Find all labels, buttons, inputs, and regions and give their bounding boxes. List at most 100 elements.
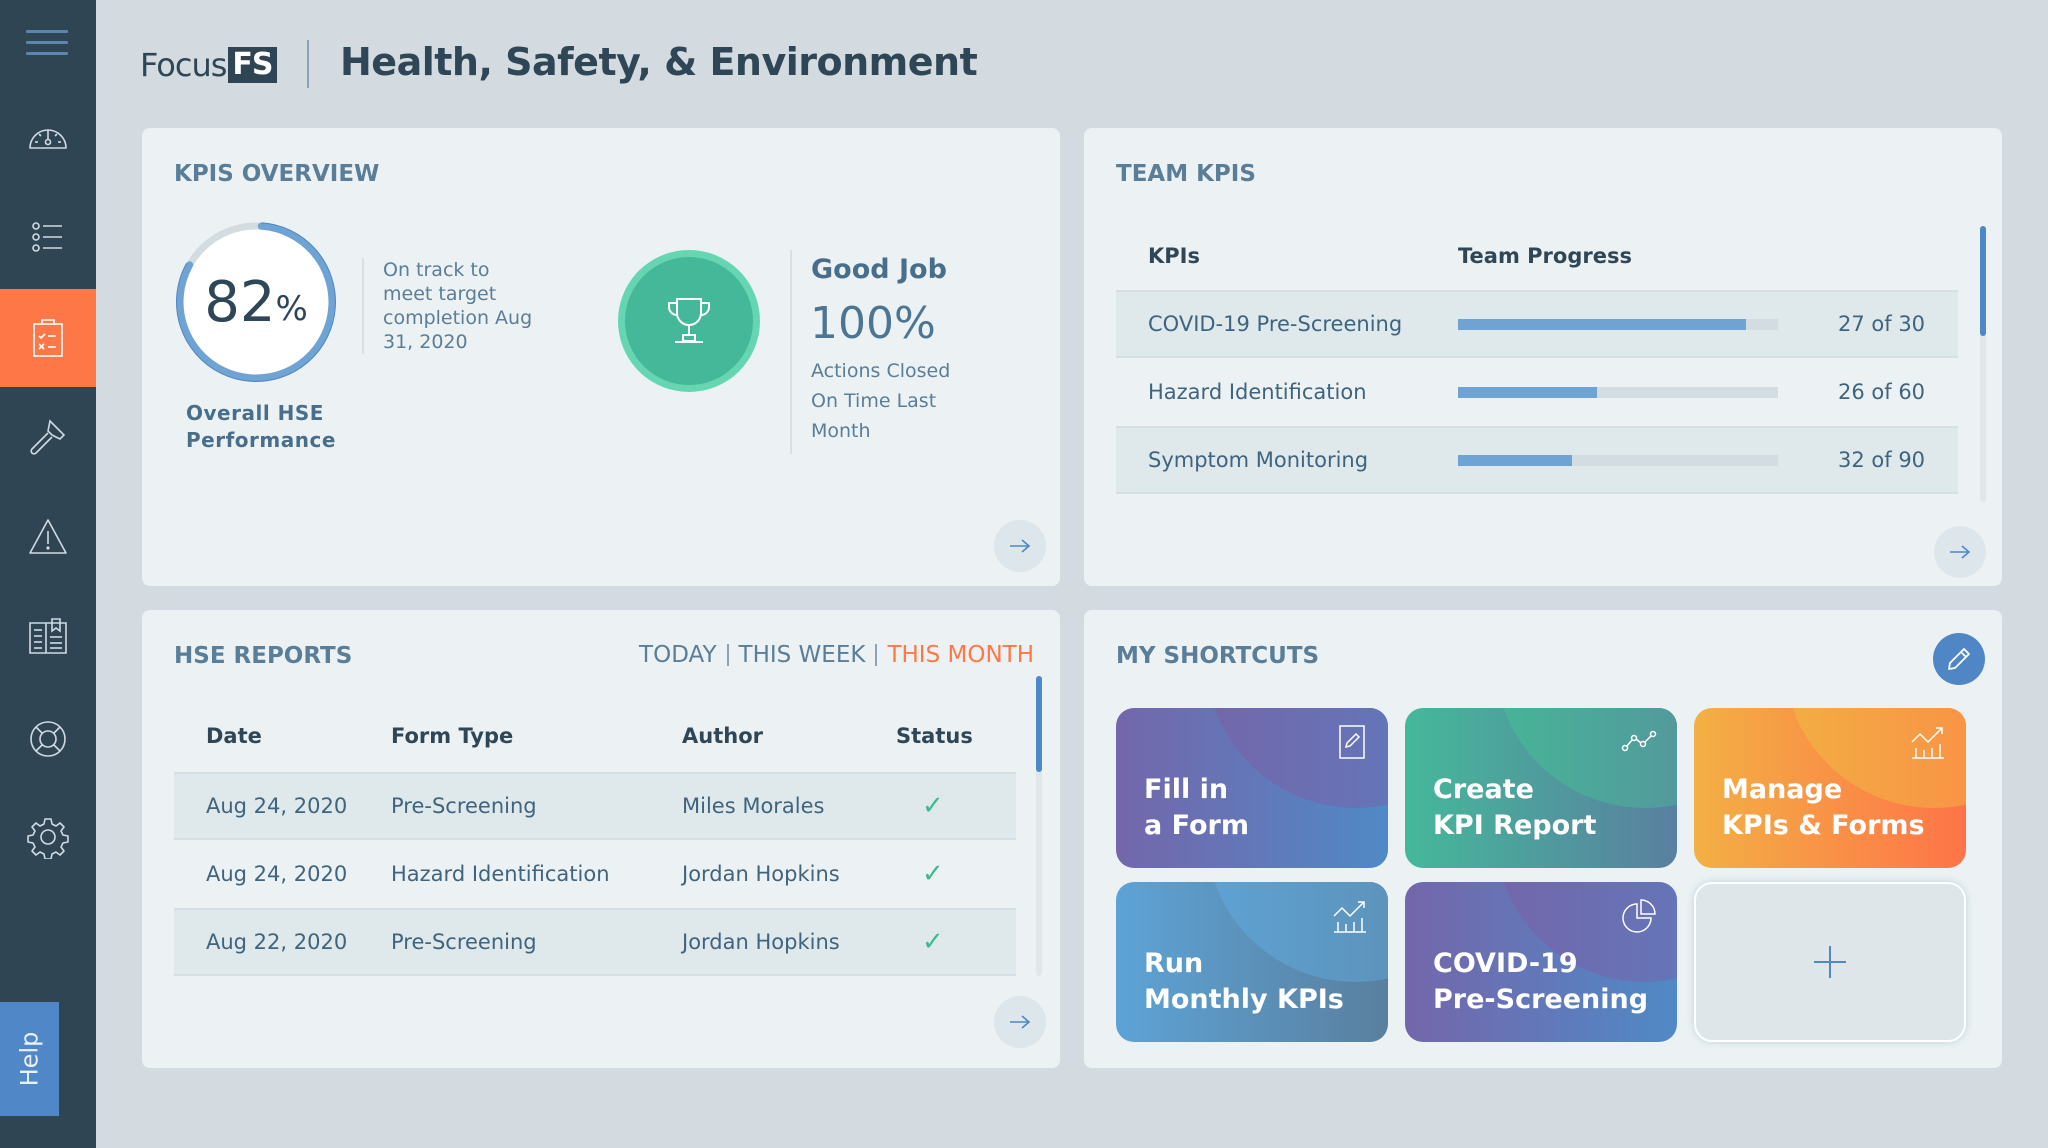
- report-form-type: Pre-Screening: [391, 930, 537, 954]
- report-row[interactable]: Aug 22, 2020 Pre-Screening Jordan Hopkins ✓: [174, 908, 1016, 976]
- add-shortcut-button[interactable]: [1694, 882, 1966, 1042]
- kpi-row[interactable]: Symptom Monitoring 32 of 90: [1116, 426, 1958, 494]
- kpis-overview-card: KPIS OVERVIEW 82% Overall HSE Performanc…: [142, 128, 1060, 586]
- scrollbar-thumb[interactable]: [1036, 676, 1042, 772]
- arrow-right-icon: [1010, 1015, 1031, 1029]
- kpi-name: Hazard Identification: [1148, 380, 1367, 404]
- menu-toggle-button[interactable]: [26, 30, 68, 62]
- kpi-count: 27 of 30: [1838, 312, 1926, 336]
- report-form-type: Pre-Screening: [391, 794, 537, 818]
- divider: [790, 250, 792, 454]
- card-title: MY SHORTCUTS: [1116, 643, 1320, 669]
- filter-today[interactable]: TODAY: [629, 642, 726, 668]
- card-title: TEAM KPIS: [1116, 161, 1256, 187]
- edit-shortcuts-button[interactable]: [1933, 633, 1985, 685]
- kpi-row[interactable]: COVID-19 Pre-Screening 27 of 30: [1116, 290, 1958, 358]
- app-logo[interactable]: Focus FS: [140, 46, 277, 84]
- plus-icon: [1814, 946, 1846, 978]
- column-header-status: Status: [896, 724, 973, 748]
- status-check-icon: ✓: [922, 927, 944, 957]
- report-row[interactable]: Aug 24, 2020 Hazard Identification Jordan …: [174, 840, 1016, 908]
- kpi-count: 32 of 90: [1838, 448, 1926, 472]
- sidebar-item-dashboard[interactable]: [0, 89, 96, 187]
- trending-chart-icon: [1911, 727, 1944, 759]
- hamburger-line: [26, 52, 68, 55]
- lifebuoy-icon: [30, 721, 66, 757]
- line-chart-icon: [1621, 730, 1657, 752]
- team-kpis-card: TEAM KPIS KPIs Team Progress COVID-19 Pr…: [1084, 128, 2002, 586]
- kpi-progress-bar: [1458, 454, 1778, 466]
- team-kpis-more-button[interactable]: [1934, 526, 1986, 578]
- shortcut-fill-in-form[interactable]: Fill in a Form: [1116, 708, 1388, 868]
- sidebar-item-alerts[interactable]: [0, 488, 96, 586]
- logo-text: Focus: [140, 46, 227, 84]
- shortcut-manage-kpis-forms[interactable]: Manage KPIs & Forms: [1694, 708, 1966, 868]
- shortcut-run-monthly-kpis[interactable]: Run Monthly KPIs: [1116, 882, 1388, 1042]
- warning-icon: [29, 519, 67, 554]
- report-row[interactable]: Aug 24, 2020 Pre-Screening Miles Morales ✓: [174, 772, 1016, 840]
- sidebar-item-support[interactable]: [0, 688, 96, 786]
- shortcut-covid-pre-screening[interactable]: COVID-19 Pre-Screening: [1405, 882, 1677, 1042]
- hse-reports-scrollbar[interactable]: [1036, 676, 1042, 976]
- filter-this-month[interactable]: THIS MONTH: [877, 642, 1034, 668]
- sidebar-item-settings[interactable]: [0, 788, 96, 886]
- report-form-type: Hazard Identification: [391, 862, 610, 886]
- report-date: Aug 24, 2020: [206, 862, 348, 886]
- help-label: Help: [15, 1031, 44, 1087]
- team-kpis-scrollbar[interactable]: [1980, 226, 1986, 502]
- report-author: Miles Morales: [682, 794, 825, 818]
- column-header-team-progress: Team Progress: [1458, 244, 1632, 268]
- logo-badge: FS: [228, 47, 277, 83]
- list-icon: [32, 222, 62, 252]
- gear-icon: [27, 818, 69, 859]
- overall-performance-value: 82%: [174, 220, 338, 384]
- hse-reports-card: HSE REPORTS TODAY THIS WEEK THIS MONTH D…: [142, 610, 1060, 1068]
- overall-value-percent: %: [275, 289, 308, 329]
- kpis-overview-more-button[interactable]: [994, 520, 1046, 572]
- pie-chart-icon: [1622, 899, 1656, 933]
- kpi-progress-fill: [1458, 454, 1572, 466]
- on-track-text: On track to meet target completion Aug 3…: [383, 259, 533, 353]
- scrollbar-thumb[interactable]: [1980, 226, 1986, 336]
- report-date: Aug 24, 2020: [206, 794, 348, 818]
- sidebar-item-tools[interactable]: [0, 388, 96, 486]
- overall-performance-label: Overall HSE Performance: [186, 401, 336, 452]
- divider: [362, 258, 364, 354]
- good-job-title: Good Job: [811, 254, 947, 285]
- trophy-badge: [618, 250, 760, 392]
- gauge-icon: [29, 129, 67, 149]
- overall-value-number: 82: [204, 269, 276, 335]
- kpi-progress-bar: [1458, 386, 1778, 398]
- filter-this-week[interactable]: THIS WEEK: [729, 642, 876, 668]
- header-divider: [307, 40, 309, 88]
- hse-reports-more-button[interactable]: [994, 996, 1046, 1048]
- sidebar-item-list[interactable]: [0, 188, 96, 286]
- column-header-date: Date: [206, 724, 262, 748]
- help-button[interactable]: Help: [0, 1002, 59, 1116]
- hammer-icon: [30, 419, 66, 455]
- card-title: HSE REPORTS: [174, 643, 353, 669]
- actions-closed-percent: 100%: [810, 298, 936, 349]
- trophy-icon: [668, 298, 710, 343]
- tile-label: COVID-19 Pre-Screening: [1433, 948, 1649, 1015]
- arrow-right-icon: [1950, 545, 1971, 559]
- kpi-progress-fill: [1458, 318, 1746, 330]
- arrow-right-icon: [1010, 539, 1031, 553]
- kpi-count: 26 of 60: [1838, 380, 1926, 404]
- sidebar: Help: [0, 0, 96, 1148]
- date-filter-tabs: TODAY THIS WEEK THIS MONTH: [629, 642, 1034, 668]
- book-icon: [29, 618, 67, 654]
- tile-label: Create KPI Report: [1433, 774, 1597, 841]
- column-header-author: Author: [682, 724, 763, 748]
- tile-label: Fill in a Form: [1144, 774, 1249, 841]
- shortcut-create-kpi-report[interactable]: Create KPI Report: [1405, 708, 1677, 868]
- report-author: Jordan Hopkins: [682, 862, 840, 886]
- sidebar-item-checklist[interactable]: [0, 289, 96, 387]
- report-author: Jordan Hopkins: [682, 930, 840, 954]
- actions-closed-text: Actions Closed On Time Last Month: [811, 360, 951, 442]
- sidebar-item-library[interactable]: [0, 588, 96, 686]
- trending-chart-icon: [1333, 901, 1366, 933]
- card-title: KPIS OVERVIEW: [174, 161, 380, 187]
- report-date: Aug 22, 2020: [206, 930, 348, 954]
- kpi-row[interactable]: Hazard Identification 26 of 60: [1116, 358, 1958, 426]
